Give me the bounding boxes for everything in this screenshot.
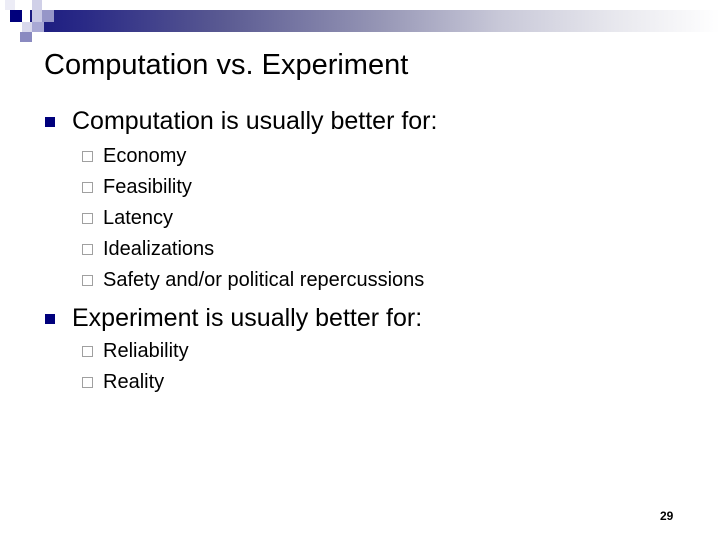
header-gradient-bar: [30, 10, 720, 32]
hollow-square-bullet-icon: [82, 275, 93, 286]
sub-bullet-text: Latency: [103, 207, 174, 229]
hollow-square-bullet-icon: [82, 377, 93, 388]
bullet-text: Computation is usually better for:: [72, 107, 438, 135]
decorative-square: [32, 0, 42, 10]
hollow-square-bullet-icon: [82, 346, 93, 357]
square-bullet-icon: [45, 117, 55, 127]
sub-bullet-text: Idealizations: [103, 238, 215, 260]
hollow-square-bullet-icon: [82, 244, 93, 255]
decorative-square: [32, 10, 42, 22]
hollow-square-bullet-icon: [82, 151, 93, 162]
hollow-square-bullet-icon: [82, 213, 93, 224]
decorative-square: [32, 22, 44, 32]
decorative-square: [20, 32, 32, 42]
hollow-square-bullet-icon: [82, 182, 93, 193]
sub-bullet-text: Economy: [103, 145, 187, 167]
page-number: 29: [660, 509, 674, 523]
sub-bullet-text: Reality: [103, 371, 165, 393]
slide-title: Computation vs. Experiment: [44, 49, 409, 81]
decorative-square: [10, 10, 22, 22]
decorative-square: [42, 10, 54, 22]
square-bullet-icon: [45, 314, 55, 324]
decorative-square: [5, 0, 15, 10]
bullet-text: Experiment is usually better for:: [72, 304, 423, 332]
sub-bullet-text: Reliability: [103, 340, 189, 362]
sub-bullet-text: Feasibility: [103, 176, 192, 198]
sub-bullet-text: Safety and/or political repercussions: [103, 269, 425, 291]
